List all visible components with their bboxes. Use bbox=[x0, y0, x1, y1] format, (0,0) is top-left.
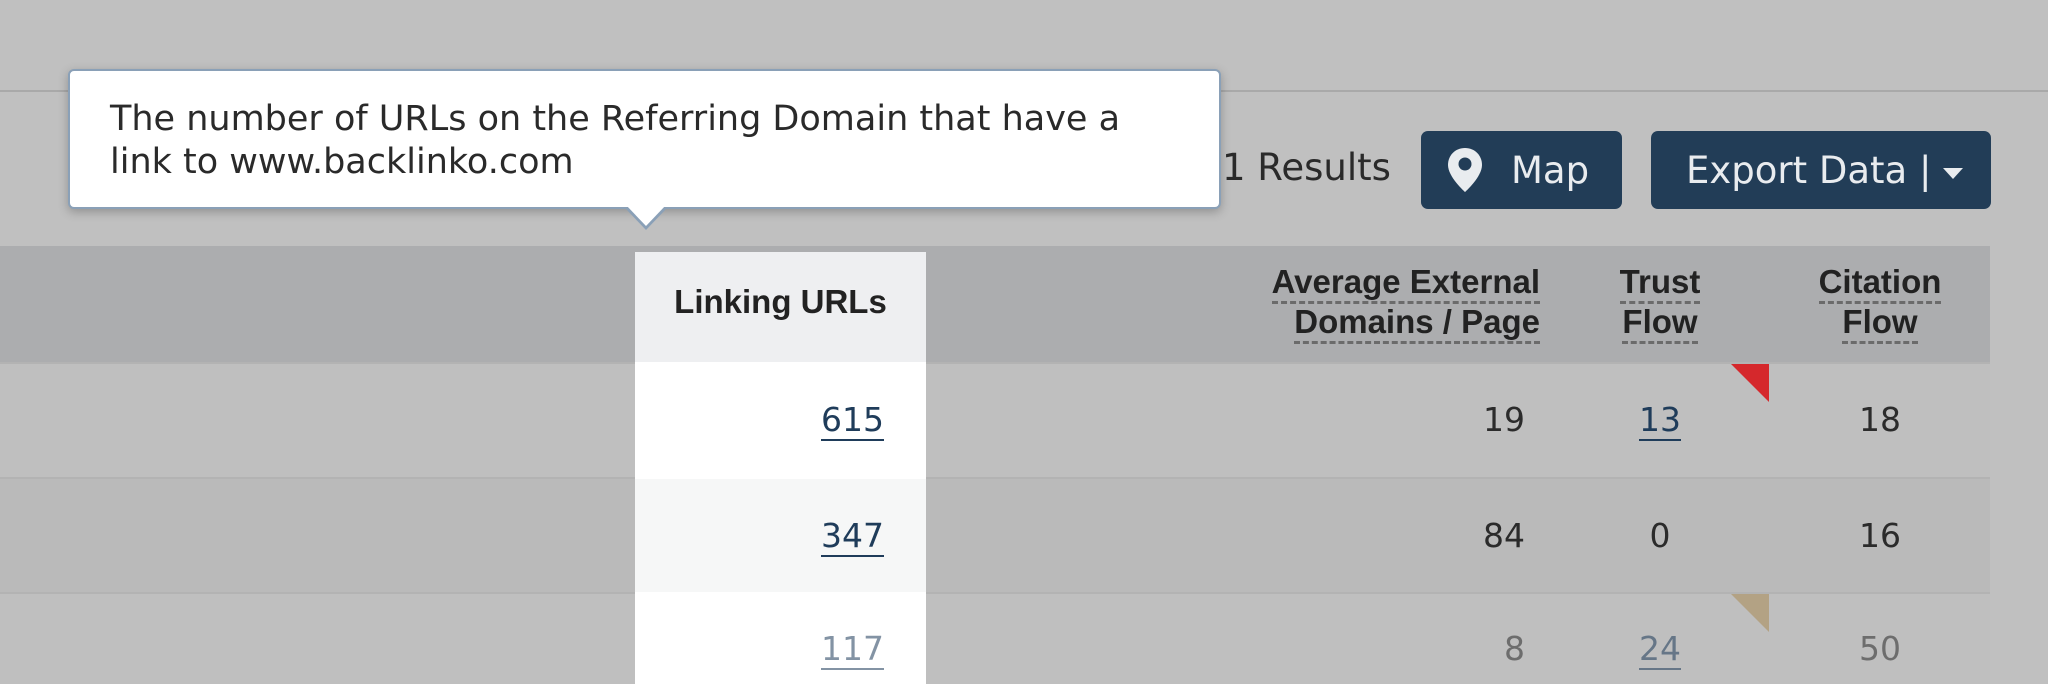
trust-flow-link[interactable]: 13 bbox=[1639, 400, 1681, 439]
map-button[interactable]: Map bbox=[1421, 131, 1622, 209]
map-pin-icon bbox=[1448, 148, 1482, 192]
export-data-button[interactable]: Export Data | bbox=[1651, 131, 1991, 209]
column-header-label: Linking URLs bbox=[674, 283, 887, 320]
caret-down-icon[interactable] bbox=[1943, 167, 1964, 179]
column-header-label: Trust bbox=[1619, 263, 1701, 304]
linking-urls-link[interactable]: 117 bbox=[821, 629, 884, 668]
citation-flow-cell: 18 bbox=[1859, 400, 1901, 439]
linking-urls-link[interactable]: 347 bbox=[821, 516, 884, 555]
avg-external-cell: 84 bbox=[1483, 516, 1525, 555]
column-header-linking-urls[interactable]: Linking URLs bbox=[635, 282, 926, 322]
citation-flow-cell: 50 bbox=[1859, 629, 1901, 668]
linking-urls-cell: 117 bbox=[760, 629, 884, 669]
column-header-trust-flow[interactable]: Trust Flow bbox=[1590, 262, 1730, 344]
topic-flag-marker bbox=[1731, 364, 1769, 402]
trust-flow-link[interactable]: 24 bbox=[1639, 629, 1681, 668]
column-header-label: Average External bbox=[1271, 263, 1540, 304]
column-header-label: Flow bbox=[1622, 303, 1698, 344]
column-header-label: Flow bbox=[1842, 303, 1918, 344]
trust-flow-cell: 24 bbox=[1620, 629, 1700, 669]
avg-external-cell: 19 bbox=[1483, 400, 1525, 439]
topic-flag-marker bbox=[1731, 594, 1769, 632]
trust-flow-cell: 0 bbox=[1649, 516, 1671, 555]
tooltip-arrow-fill bbox=[626, 205, 666, 226]
results-count: 1 Results bbox=[1222, 146, 1391, 189]
export-data-label: Export Data | bbox=[1686, 148, 1932, 192]
citation-flow-cell: 16 bbox=[1859, 516, 1901, 555]
map-button-label: Map bbox=[1511, 148, 1590, 192]
column-header-label: Domains / Page bbox=[1294, 303, 1540, 344]
column-header-citation-flow[interactable]: Citation Flow bbox=[1790, 262, 1970, 344]
linking-urls-cell: 347 bbox=[760, 516, 884, 556]
avg-external-cell: 8 bbox=[1504, 629, 1525, 668]
column-header-label: Citation bbox=[1818, 263, 1942, 304]
linking-urls-link[interactable]: 615 bbox=[821, 400, 884, 439]
column-tooltip: The number of URLs on the Referring Doma… bbox=[68, 69, 1221, 209]
trust-flow-cell: 13 bbox=[1620, 400, 1700, 440]
column-header-avg-external-domains[interactable]: Average External Domains / Page bbox=[1230, 262, 1540, 344]
linking-urls-cell: 615 bbox=[760, 400, 884, 440]
tooltip-text: The number of URLs on the Referring Doma… bbox=[110, 99, 1121, 182]
